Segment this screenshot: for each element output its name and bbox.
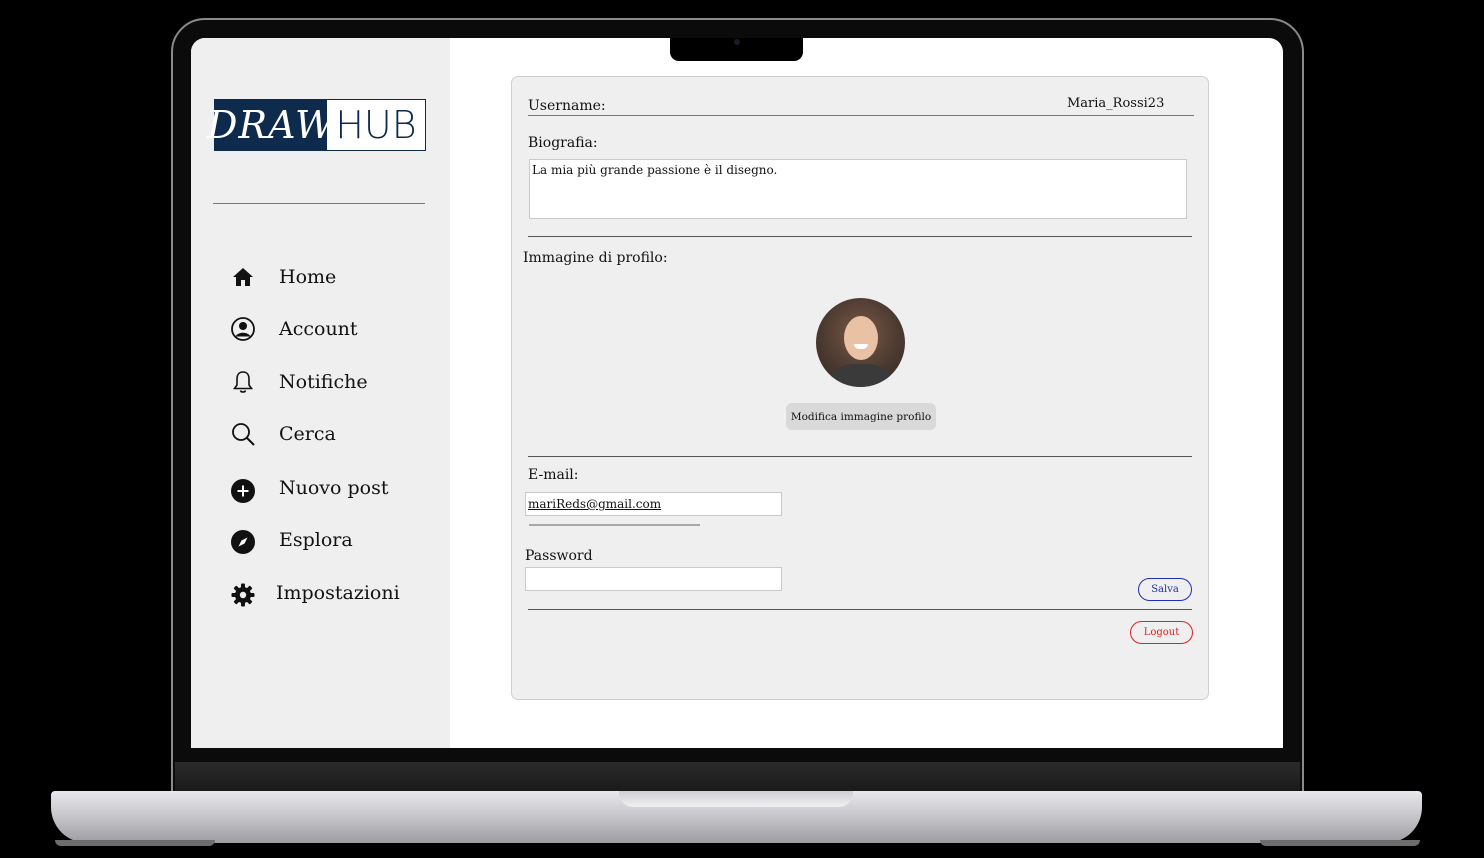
email-field[interactable]	[525, 492, 782, 516]
username-value: Maria_Rossi23	[1067, 96, 1165, 111]
avatar	[816, 298, 905, 387]
laptop-hinge	[175, 762, 1300, 792]
profile-settings-card: Username: Maria_Rossi23 Biografia: La mi…	[511, 76, 1209, 700]
sidebar-item-account[interactable]: Account	[229, 315, 429, 343]
section-divider	[528, 236, 1192, 237]
sidebar-item-label: Nuovo post	[279, 477, 389, 499]
profile-image-label: Immagine di profilo:	[523, 250, 668, 266]
sidebar-item-notifiche[interactable]: Notifiche	[229, 368, 429, 396]
sidebar-item-impostazioni[interactable]: Impostazioni	[229, 577, 429, 609]
sidebar-item-label: Impostazioni	[276, 582, 400, 604]
laptop-trackpad-notch	[619, 791, 853, 807]
save-button[interactable]: Salva	[1138, 578, 1192, 601]
avatar-shirt	[830, 364, 892, 387]
username-label: Username:	[528, 98, 606, 114]
logout-button[interactable]: Logout	[1130, 621, 1193, 644]
compass-icon	[229, 528, 257, 556]
logo-hub-text: HUB	[335, 103, 417, 147]
sidebar-divider	[213, 203, 425, 204]
bell-icon	[229, 368, 257, 396]
laptop-screen: DRAW HUB Home Account Notifiche Cerca Nu…	[191, 38, 1283, 748]
sidebar-item-esplora[interactable]: Esplora	[229, 524, 429, 556]
change-profile-image-button[interactable]: Modifica immagine profilo	[786, 403, 936, 430]
section-divider	[528, 456, 1192, 457]
username-underline	[528, 115, 1194, 116]
account-icon	[229, 315, 257, 343]
sidebar-item-label: Esplora	[279, 529, 353, 551]
sidebar: DRAW HUB Home Account Notifiche Cerca Nu…	[191, 38, 450, 748]
sidebar-item-label: Cerca	[279, 423, 336, 445]
password-field[interactable]	[525, 567, 782, 591]
sidebar-item-cerca[interactable]: Cerca	[229, 420, 429, 448]
email-label: E-mail:	[528, 467, 579, 483]
sidebar-item-label: Home	[279, 266, 337, 288]
camera-icon	[734, 39, 740, 45]
plus-circle-icon	[229, 477, 257, 505]
bio-label: Biografia:	[528, 135, 598, 151]
laptop-foot-right	[1260, 840, 1420, 846]
email-underline	[529, 524, 700, 526]
search-icon	[229, 420, 257, 448]
bio-textarea[interactable]: La mia più grande passione è il disegno.	[529, 159, 1187, 219]
section-divider	[528, 609, 1192, 610]
sidebar-item-label: Account	[279, 318, 358, 340]
password-label: Password	[525, 548, 593, 564]
sidebar-item-nuovo-post[interactable]: Nuovo post	[229, 471, 429, 505]
gear-icon	[229, 581, 257, 609]
laptop-foot-left	[55, 840, 215, 846]
home-icon	[229, 263, 257, 291]
drawhub-logo[interactable]: DRAW HUB	[207, 99, 426, 151]
avatar-face	[844, 316, 878, 360]
sidebar-item-label: Notifiche	[279, 371, 368, 393]
logo-draw-text: DRAW	[207, 100, 334, 150]
sidebar-item-home[interactable]: Home	[229, 263, 429, 291]
